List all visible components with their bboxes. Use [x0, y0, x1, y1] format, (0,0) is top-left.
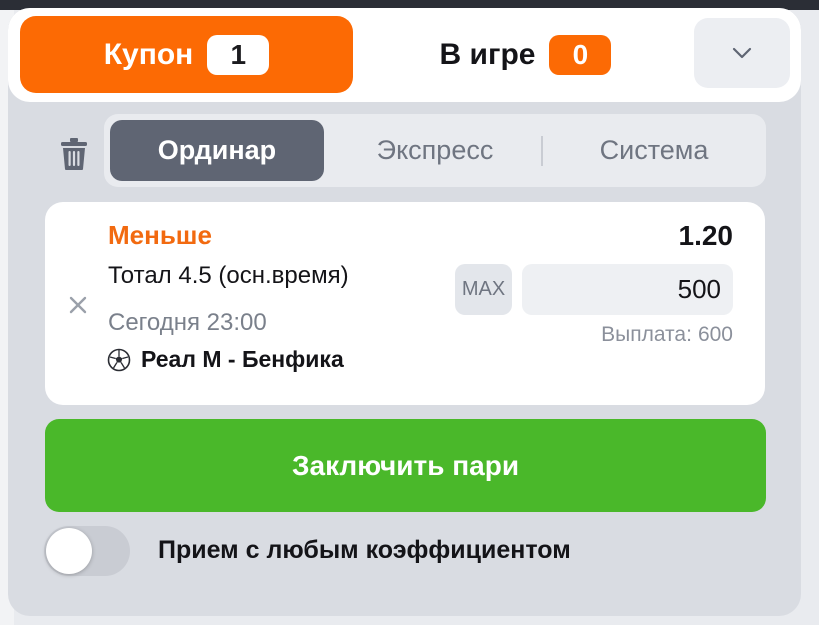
payout-info: Выплата: 600 [601, 323, 733, 347]
close-icon [69, 296, 87, 314]
bet-slip-panel: Купон 1 В игре 0 Ординар Экспресс Систем… [8, 8, 801, 616]
match-time: Сегодня 23:00 [108, 309, 267, 336]
tab-coupon-label: Купон [103, 37, 194, 71]
any-odds-toggle[interactable] [44, 526, 130, 576]
bet-odds: 1.20 [678, 220, 734, 251]
stake-input[interactable] [522, 264, 733, 315]
remove-bet-button[interactable] [63, 290, 93, 320]
bet-type-selector: Ординар Экспресс Система [104, 114, 766, 187]
tab-in-game[interactable]: В игре 0 [353, 16, 698, 93]
tab-coupon[interactable]: Купон 1 [20, 16, 353, 93]
toggle-knob [46, 528, 92, 574]
bet-type-system[interactable]: Система [548, 120, 760, 181]
bet-slip-header: Купон 1 В игре 0 [8, 8, 801, 102]
max-stake-button[interactable]: MAX [455, 264, 512, 315]
payout-value: 600 [697, 323, 733, 346]
soccer-ball-icon [107, 348, 131, 371]
trash-icon [61, 138, 87, 170]
bet-type-single[interactable]: Ординар [110, 120, 324, 181]
match-name: Реал М - Бенфика [141, 346, 344, 372]
match-row: Реал М - Бенфика [107, 346, 344, 373]
bet-card: Меньше 1.20 Тотал 4.5 (осн.время) Сегодн… [45, 202, 765, 405]
segment-divider [541, 136, 543, 166]
chevron-down-icon [732, 47, 752, 59]
bet-type-express[interactable]: Экспресс [328, 120, 542, 181]
place-bet-button[interactable]: Заключить пари [45, 419, 766, 512]
bet-outcome: Меньше [108, 220, 212, 250]
in-game-count-badge: 0 [549, 34, 612, 75]
bet-market: Тотал 4.5 (осн.время) [108, 262, 349, 289]
payout-label: Выплата: [601, 323, 692, 346]
clear-coupon-button[interactable] [56, 134, 92, 174]
collapse-button[interactable] [694, 18, 790, 88]
any-odds-toggle-label: Прием с любым коэффициентом [158, 536, 571, 564]
tab-in-game-label: В игре [439, 37, 536, 71]
coupon-count-badge: 1 [207, 34, 270, 75]
